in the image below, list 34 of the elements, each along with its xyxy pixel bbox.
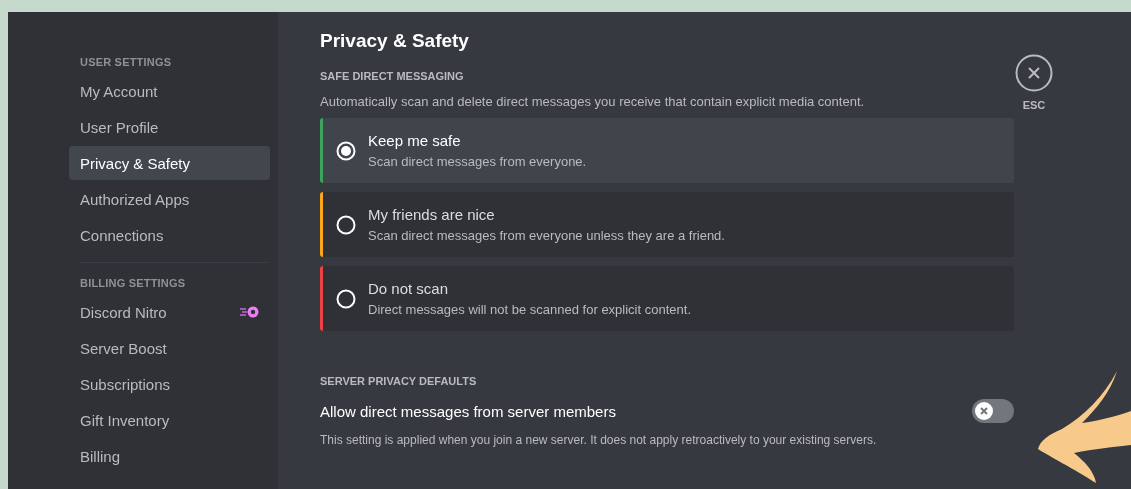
toggle-switch[interactable]	[972, 399, 1014, 423]
radio-option[interactable]: Do not scan Direct messages will not be scanned for explicit content.	[320, 266, 1014, 331]
page-title: Privacy & Safety	[320, 30, 470, 52]
sidebar-item[interactable]: Billing	[69, 439, 270, 473]
sidebar-item[interactable]: Discord Nitro	[69, 295, 270, 329]
section-heading: SERVER PRIVACY DEFAULTS	[320, 375, 478, 387]
sidebar-item[interactable]: Authorized Apps	[69, 182, 270, 216]
radio-option[interactable]: My friends are nice Scan direct messages from everyone unless they are a friend.	[320, 192, 1014, 257]
sidebar-item[interactable]: Connections	[69, 218, 270, 252]
section-heading: SAFE DIRECT MESSAGING	[320, 70, 465, 82]
esc-label: ESC	[1022, 99, 1046, 111]
radio-button[interactable]	[336, 288, 356, 309]
radio-button[interactable]	[336, 140, 356, 161]
option-description: Scan direct messages from everyone unless they are a friend.	[368, 228, 725, 243]
sidebar-item[interactable]: Subscriptions	[69, 367, 270, 401]
sidebar-heading: USER SETTINGS	[79, 56, 173, 68]
setting-label: Allow direct messages from server members	[320, 402, 616, 420]
close-button[interactable]	[1015, 54, 1053, 92]
section-description: Automatically scan and delete direct messages you receive that contain explicit media content.	[320, 94, 865, 109]
option-label: My friends are nice	[368, 206, 496, 223]
sidebar-item[interactable]: Gift Inventory	[69, 403, 270, 437]
sidebar-heading: BILLING SETTINGS	[79, 277, 187, 289]
option-description: Direct messages will not be scanned for explicit content.	[368, 302, 691, 317]
radio-option[interactable]: Keep me safe Scan direct messages from everyone.	[320, 118, 1014, 183]
sidebar-item[interactable]: User Profile	[69, 110, 270, 144]
setting-description: This setting is applied when you join a new server. It does not apply retroactively to your existing servers.	[320, 433, 878, 447]
radio-button[interactable]	[336, 214, 356, 235]
option-description: Scan direct messages from everyone.	[368, 154, 587, 169]
sidebar-item[interactable]: My Account	[69, 74, 270, 108]
toggle-knob[interactable]	[975, 402, 993, 420]
option-label: Do not scan	[368, 280, 450, 297]
sidebar-item[interactable]: Server Boost	[69, 331, 270, 365]
option-label: Keep me safe	[368, 132, 462, 149]
sidebar-item[interactable]: Privacy & Safety	[69, 146, 270, 180]
